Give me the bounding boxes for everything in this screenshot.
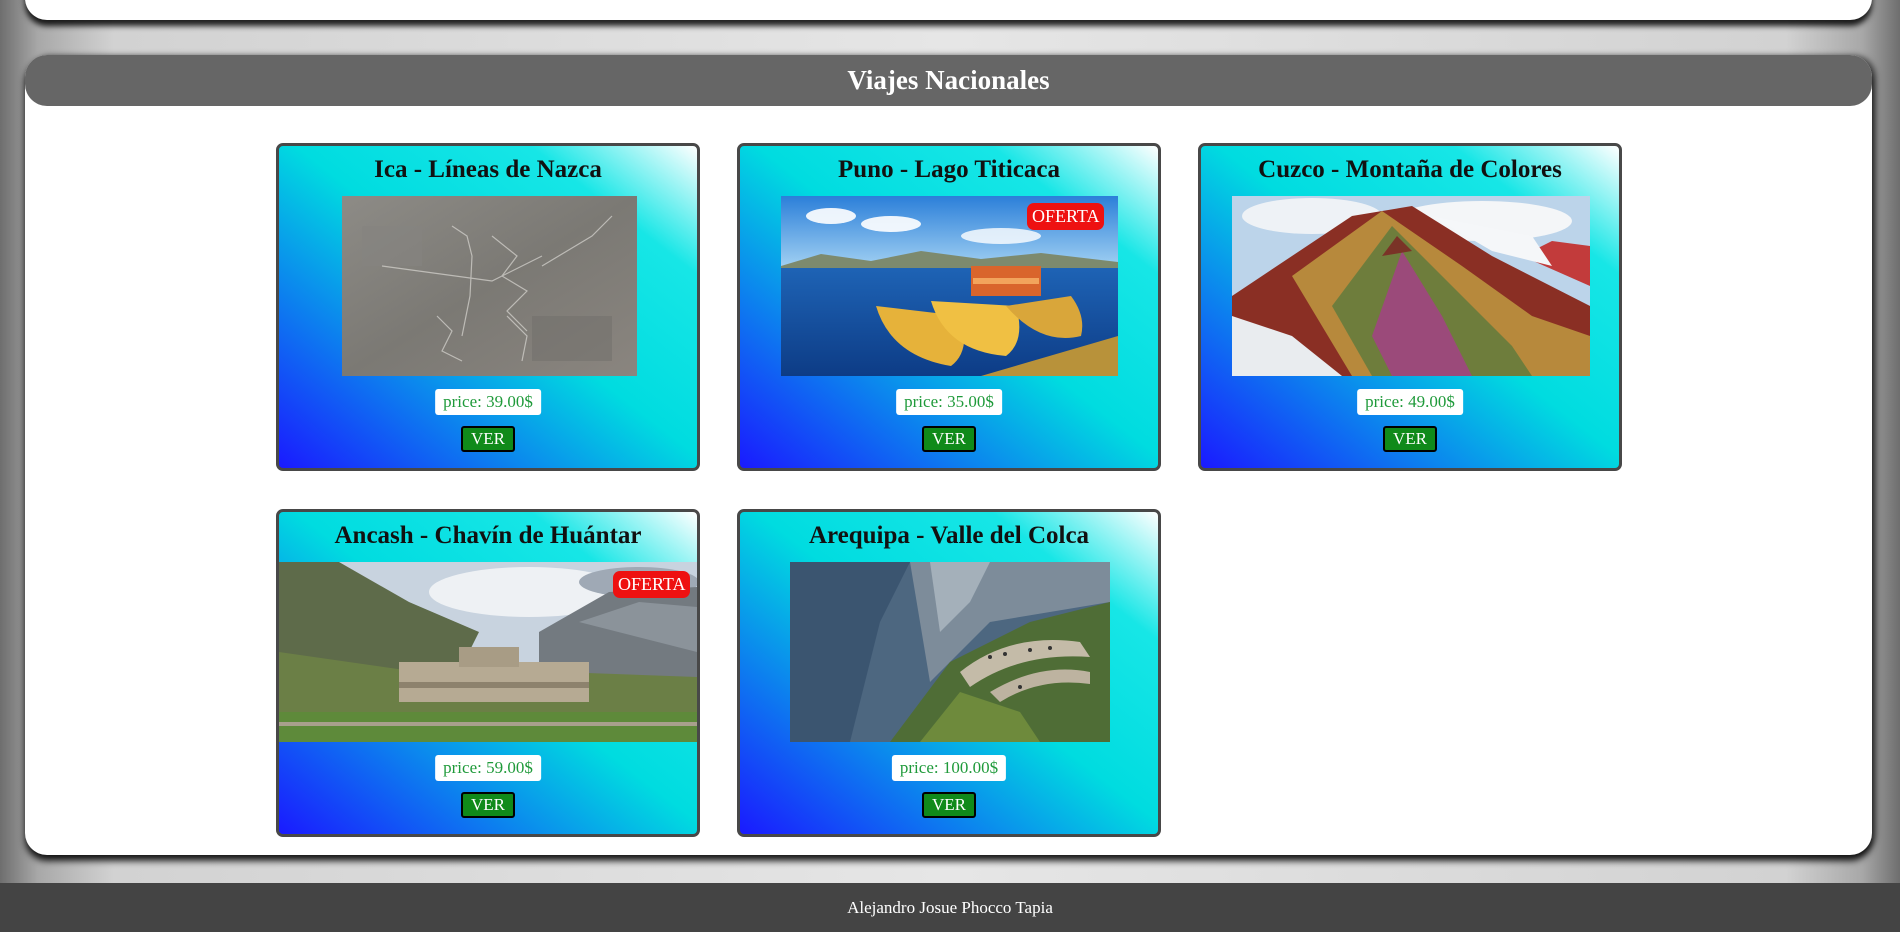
card-title: Puno - Lago Titicaca: [837, 156, 1060, 183]
trip-card-ica: Ica - Líneas de Nazca price: 39.00$ VER: [276, 143, 700, 471]
card-title: Ica - Líneas de Nazca: [374, 156, 602, 183]
card-title: Arequipa - Valle del Colca: [808, 522, 1090, 549]
price-label: price: 39.00$: [435, 389, 541, 415]
section-header: Viajes Nacionales: [25, 55, 1872, 106]
price-label: price: 100.00$: [891, 755, 1007, 781]
trip-card-arequipa: Arequipa - Valle del Colca price: 100.00…: [737, 509, 1161, 837]
footer: Alejandro Josue Phocco Tapia: [0, 883, 1900, 932]
trip-card-ancash: Ancash - Chavín de Huántar OFERTA price:…: [276, 509, 700, 837]
ver-button[interactable]: VER: [922, 792, 976, 818]
section-title: Viajes Nacionales: [847, 65, 1050, 95]
card-title: Cuzco - Montaña de Colores: [1258, 156, 1562, 183]
ver-button[interactable]: VER: [461, 792, 515, 818]
trip-card-puno: Puno - Lago Titicaca OFERTA price: 35.00…: [737, 143, 1161, 471]
top-panel: [25, 0, 1872, 20]
price-label: price: 49.00$: [1357, 389, 1463, 415]
offer-badge: OFERTA: [1027, 203, 1105, 230]
footer-author: Alejandro Josue Phocco Tapia: [847, 897, 1053, 917]
card-title: Ancash - Chavín de Huántar: [334, 522, 642, 549]
national-trips-section: Viajes Nacionales Ica - Líneas de Nazca: [25, 55, 1872, 855]
price-label: price: 35.00$: [896, 389, 1002, 415]
card-image-colca: [790, 562, 1110, 742]
offer-badge: OFERTA: [613, 571, 691, 598]
trip-card-cuzco: Cuzco - Montaña de Colores price: 49.00$…: [1198, 143, 1622, 471]
ver-button[interactable]: VER: [1383, 426, 1437, 452]
card-image-rainbow-mountain: [1232, 196, 1590, 376]
card-image-nazca: [342, 196, 637, 376]
ver-button[interactable]: VER: [922, 426, 976, 452]
ver-button[interactable]: VER: [461, 426, 515, 452]
price-label: price: 59.00$: [435, 755, 541, 781]
